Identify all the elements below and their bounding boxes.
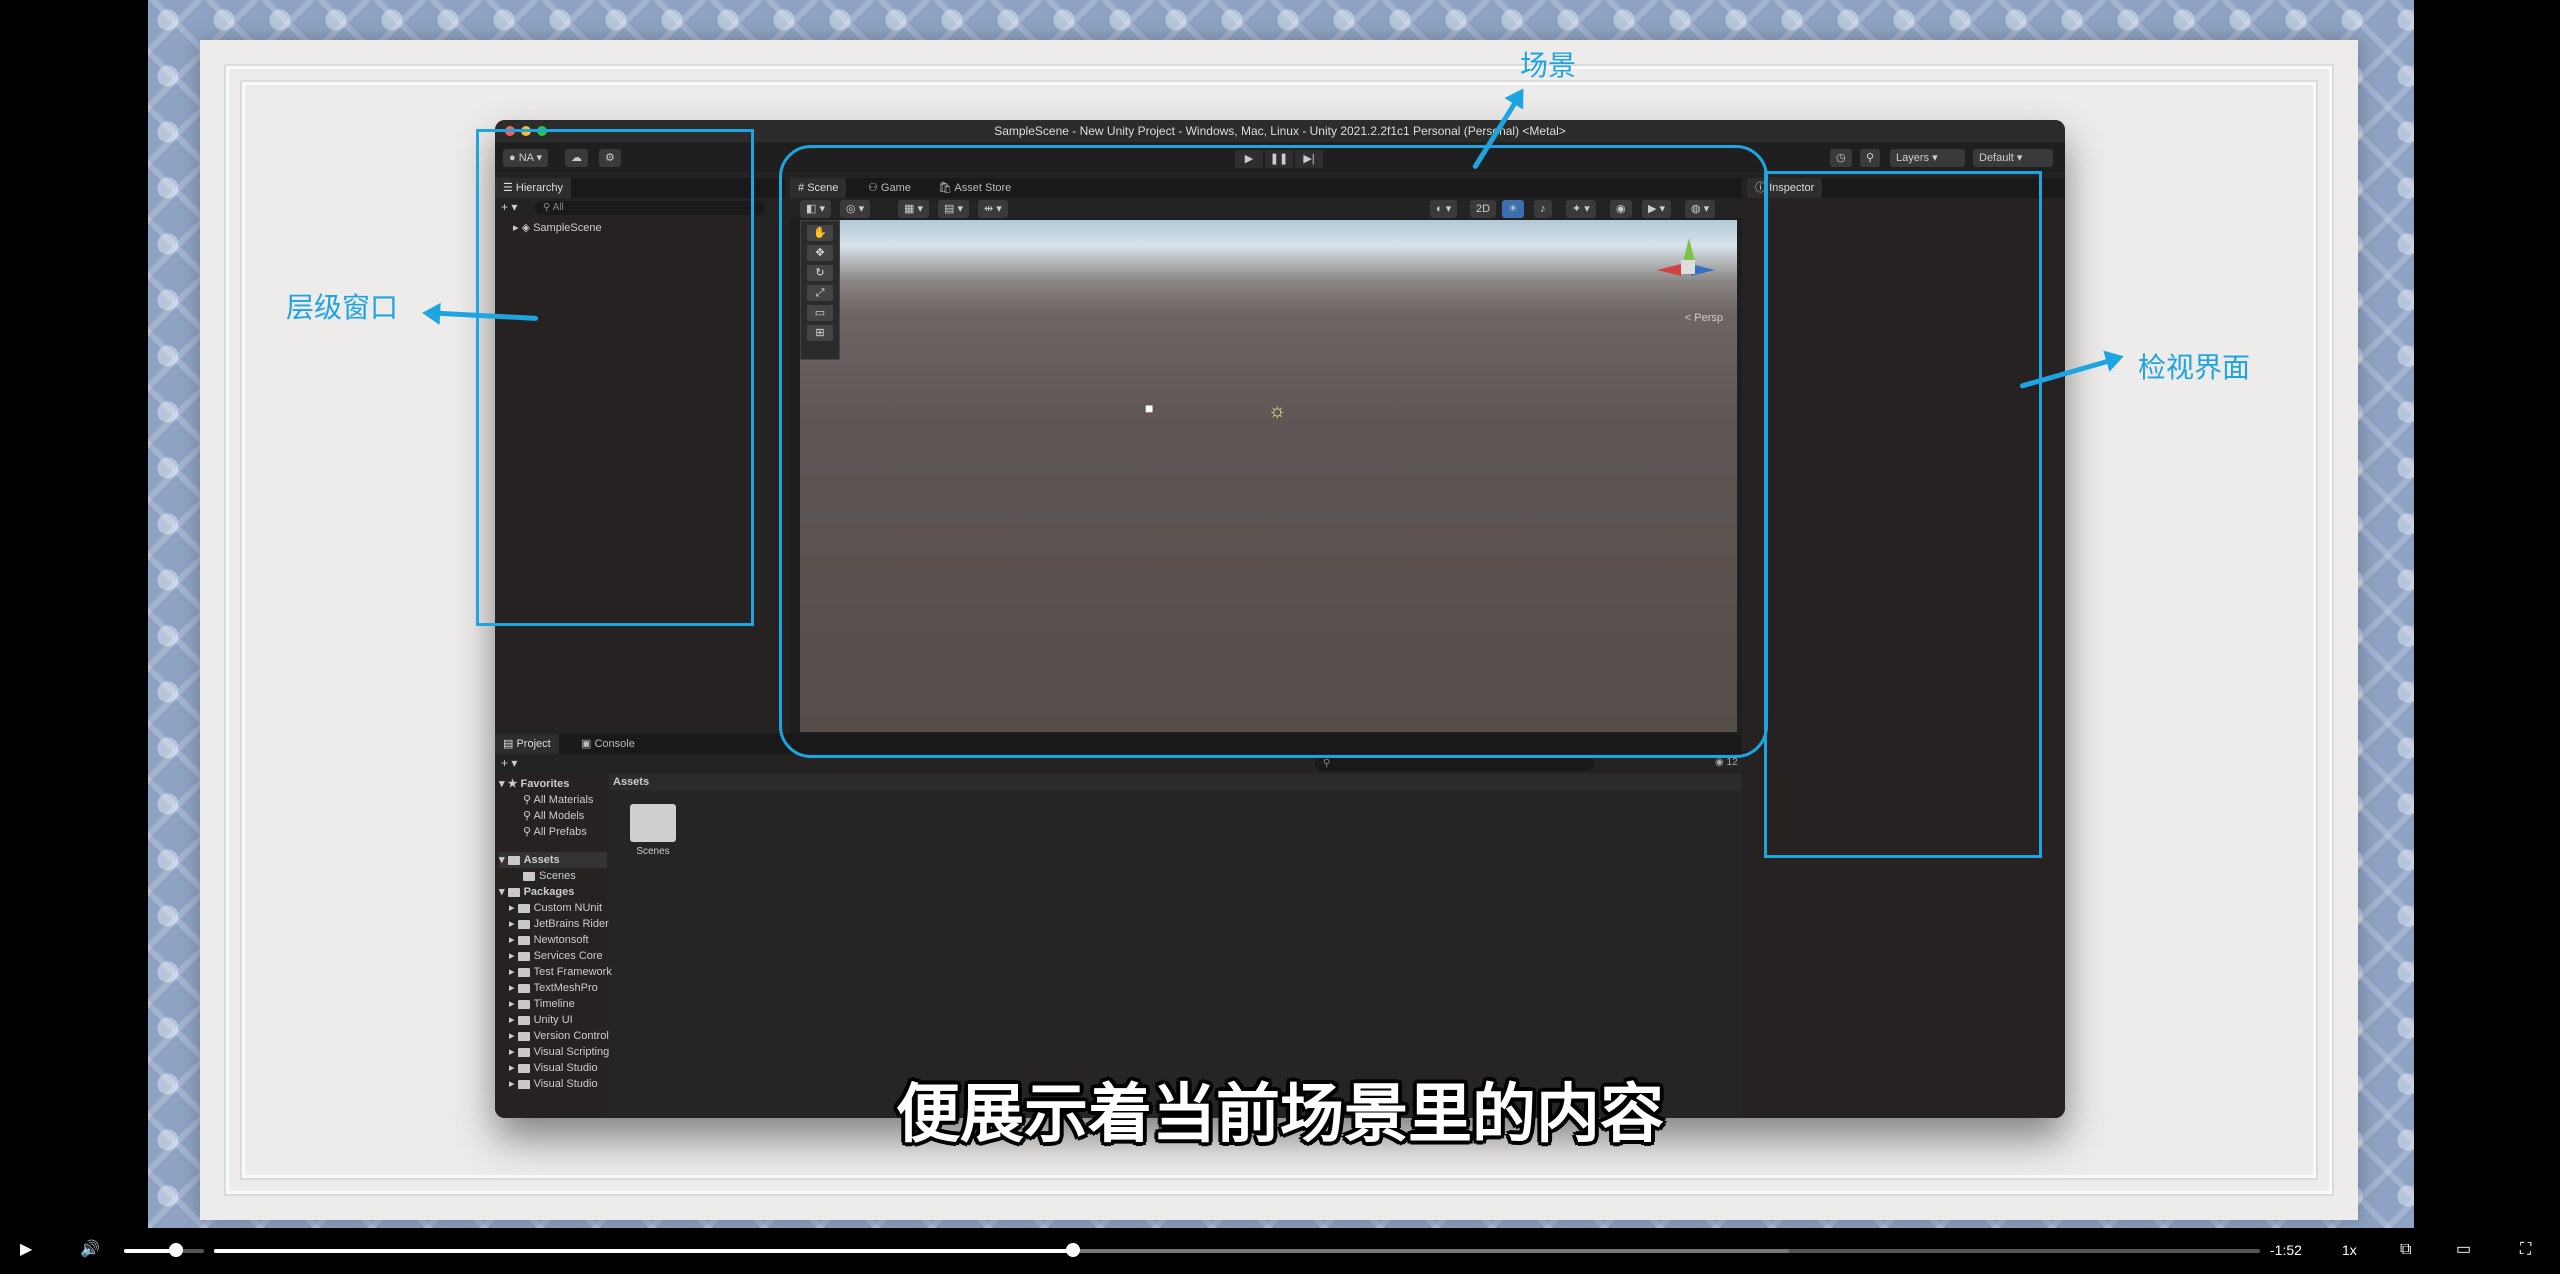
package-row[interactable]: ▸ Version Control: [509, 1028, 609, 1044]
scene-annotation-label: 场景: [1520, 50, 1577, 81]
favorites-row[interactable]: ▾ ★ Favorites: [499, 776, 569, 792]
folder-icon: [630, 804, 676, 842]
folder-icon: [517, 935, 530, 945]
layout-dropdown[interactable]: Default ▾: [1973, 149, 2053, 167]
package-label: TextMeshPro: [533, 982, 598, 994]
folder-icon: [507, 855, 520, 865]
theater-icon[interactable]: ▭: [2456, 1238, 2471, 1262]
asset-item-scenes[interactable]: Scenes: [625, 804, 681, 857]
package-row[interactable]: ▸ JetBrains Rider: [509, 916, 609, 932]
volume-slider[interactable]: [124, 1243, 204, 1257]
package-row[interactable]: ▸ Visual Scripting: [509, 1044, 609, 1060]
package-label: Custom NUnit: [533, 902, 603, 914]
favorite-item-label: All Materials: [533, 794, 594, 806]
asset-item-label: Scenes: [636, 846, 670, 857]
package-label: Timeline: [533, 998, 575, 1010]
hierarchy-annotation-label: 层级窗口: [286, 292, 399, 323]
favorite-item[interactable]: ⚲ All Models: [523, 808, 584, 824]
project-panel: ▤ Project ▣ Console + ▾ ⚲ ◉ 12 ▾ ★ Favor…: [495, 734, 1742, 1118]
package-label: Newtonsoft: [533, 934, 589, 946]
folder-icon: [517, 1031, 530, 1041]
folder-icon: [507, 887, 520, 897]
package-label: Test Framework: [533, 966, 612, 978]
layers-dropdown[interactable]: Layers ▾: [1890, 149, 1965, 167]
inspector-highlight-box: [1764, 171, 2042, 858]
hidden-packages-count[interactable]: ◉ 12: [1715, 757, 1738, 768]
assets-breadcrumb[interactable]: Assets: [609, 774, 1742, 790]
folder-icon: [517, 1015, 530, 1025]
folder-icon: [523, 871, 535, 881]
progress-fill: [214, 1249, 1074, 1253]
favorite-item-label: All Models: [533, 810, 585, 822]
window-title: SampleScene - New Unity Project - Window…: [994, 124, 1566, 138]
package-label: Services Core: [533, 950, 603, 962]
package-row[interactable]: ▸ Timeline: [509, 996, 575, 1012]
tab-console-label: Console: [594, 738, 635, 750]
package-row[interactable]: ▸ Custom NUnit: [509, 900, 602, 916]
layers-label: Layers: [1896, 152, 1930, 164]
folder-icon: [517, 951, 530, 961]
assets-row[interactable]: ▾ Assets: [499, 852, 607, 868]
seek-knob[interactable]: [1066, 1243, 1081, 1257]
tab-console[interactable]: ▣ Console: [573, 734, 643, 754]
folder-icon: [517, 919, 530, 929]
layout-label: Default: [1979, 152, 2014, 164]
package-row[interactable]: ▸ TextMeshPro: [509, 980, 598, 996]
packages-label: Packages: [523, 886, 575, 898]
package-label: JetBrains Rider: [533, 918, 609, 930]
package-label: Version Control: [533, 1030, 609, 1042]
tab-project[interactable]: ▤ Project: [495, 734, 559, 754]
favorites-label: Favorites: [520, 778, 570, 790]
play-icon[interactable]: ▶: [20, 1238, 32, 1262]
folder-icon: [517, 903, 530, 913]
search-icon[interactable]: ⚲: [1860, 149, 1881, 167]
tab-project-label: Project: [516, 738, 551, 750]
project-search-input[interactable]: ⚲: [1315, 757, 1595, 771]
history-icon[interactable]: ◷: [1830, 149, 1852, 167]
pip-icon[interactable]: ⧉: [2400, 1238, 2411, 1262]
folder-icon: [517, 983, 530, 993]
package-row[interactable]: ▸ Test Framework: [509, 964, 612, 980]
package-row[interactable]: ▸ Services Core: [509, 948, 603, 964]
folder-icon: [517, 967, 530, 977]
folder-icon: [517, 1047, 530, 1057]
package-row[interactable]: ▸ Unity UI: [509, 1012, 573, 1028]
package-label: Unity UI: [533, 1014, 573, 1026]
hidden-count-label: 12: [1726, 757, 1738, 768]
favorite-item[interactable]: ⚲ All Prefabs: [523, 824, 587, 840]
playback-speed-button[interactable]: 1x: [2342, 1238, 2357, 1262]
video-frame[interactable]: SampleScene - New Unity Project - Window…: [0, 0, 2560, 1228]
inspector-annotation-label: 检视界面: [2138, 352, 2251, 383]
assets-label: Assets: [523, 854, 560, 866]
volume-icon[interactable]: 🔊: [80, 1238, 100, 1262]
seek-bar[interactable]: [214, 1243, 2260, 1257]
favorite-item[interactable]: ⚲ All Materials: [523, 792, 593, 808]
video-controls: ▶ 🔊 -1:52 1x ⧉ ▭ ⛶: [0, 1228, 2560, 1274]
favorite-item-label: All Prefabs: [533, 826, 587, 838]
packages-row[interactable]: ▾ Packages: [499, 884, 574, 900]
time-remaining: -1:52: [2270, 1242, 2302, 1258]
scene-highlight-box: [779, 145, 1768, 758]
create-asset-button[interactable]: + ▾: [501, 756, 517, 770]
fullscreen-icon[interactable]: ⛶: [2520, 1238, 2531, 1262]
folder-icon: [517, 999, 530, 1009]
asset-folder-label: Scenes: [539, 870, 576, 882]
asset-folder-row[interactable]: Scenes: [523, 868, 576, 884]
hierarchy-highlight-box: [476, 129, 754, 626]
subtitle-caption: 便展示着当前场景里的内容: [896, 1078, 1664, 1150]
volume-knob[interactable]: [169, 1243, 183, 1257]
package-row[interactable]: ▸ Newtonsoft: [509, 932, 589, 948]
package-label: Visual Scripting: [533, 1046, 610, 1058]
